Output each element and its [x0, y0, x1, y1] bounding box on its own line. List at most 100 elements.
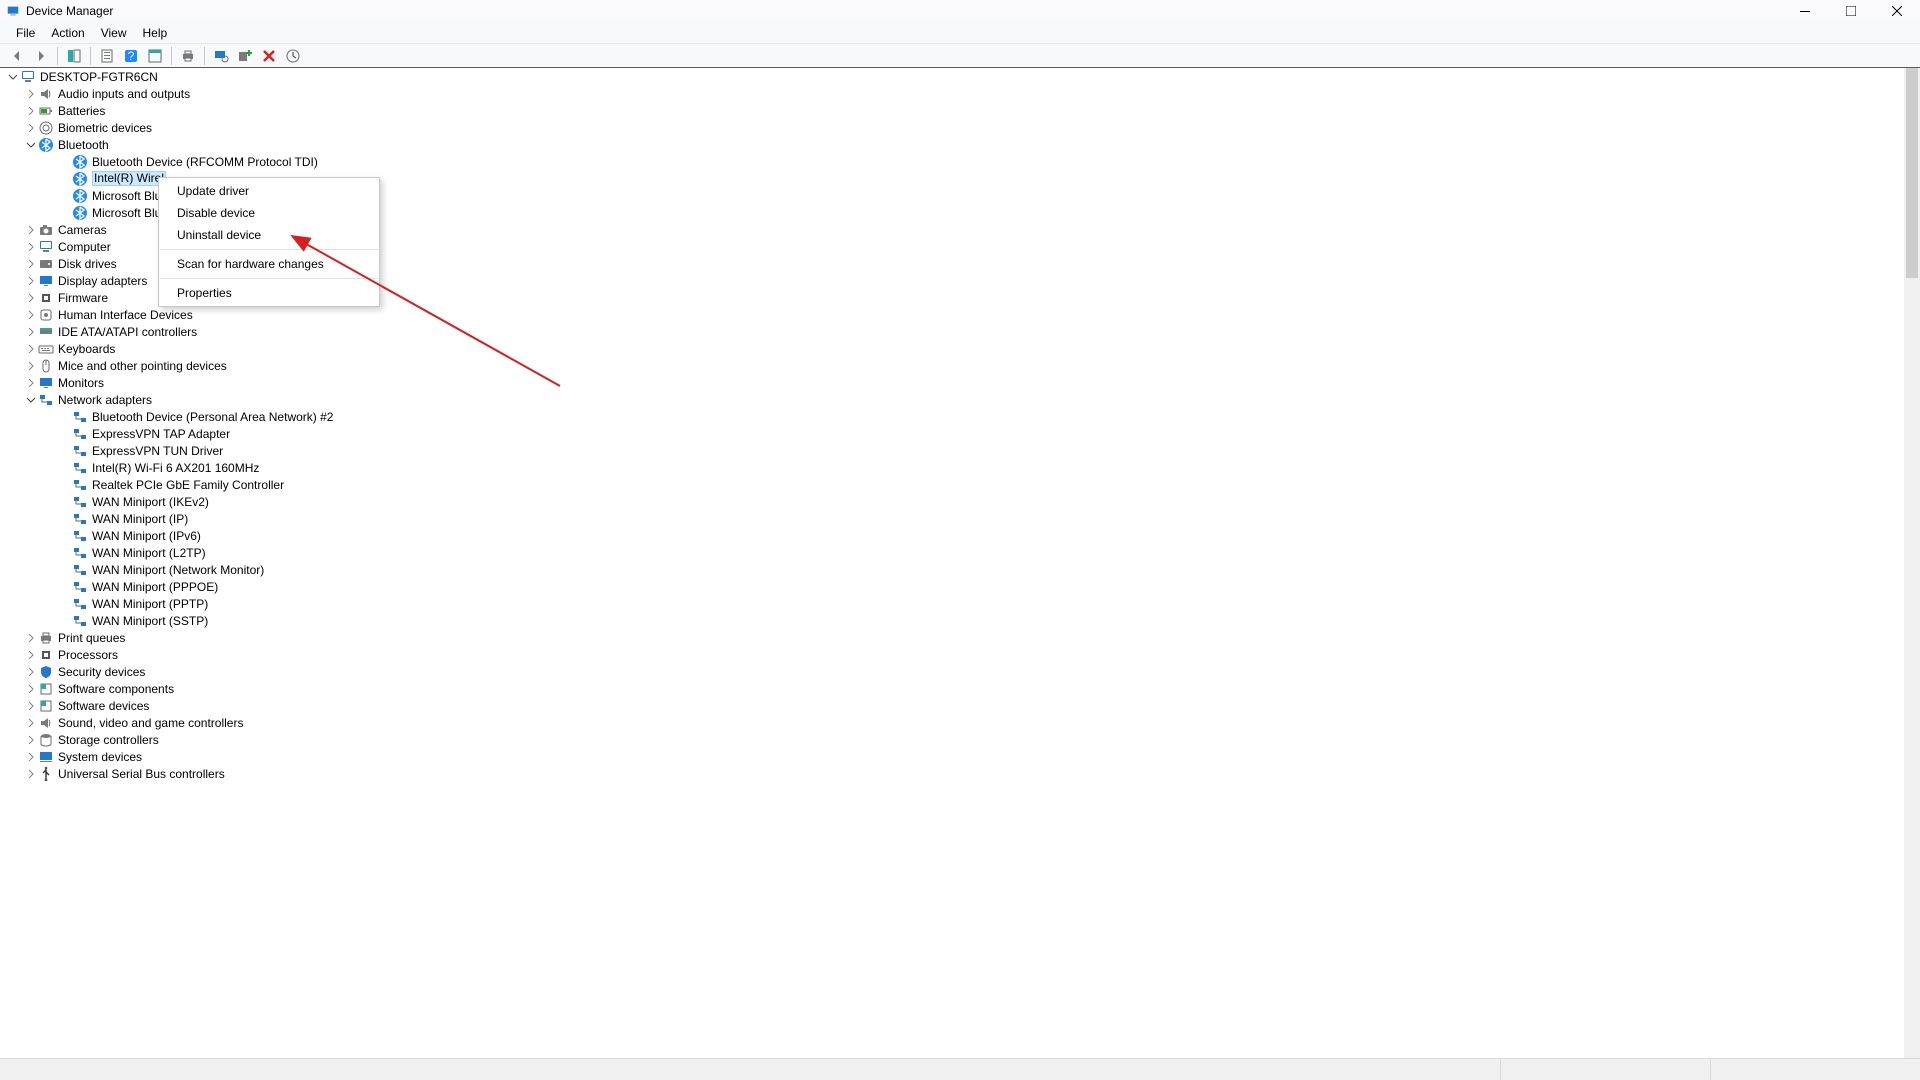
chevron-right-icon[interactable] [24, 683, 36, 695]
tree-row[interactable]: Audio inputs and outputs [0, 85, 1920, 102]
chevron-down-icon[interactable] [24, 139, 36, 151]
tree-row[interactable]: WAN Miniport (PPPOE) [0, 578, 1920, 595]
menu-view[interactable]: View [93, 24, 135, 42]
tree-row[interactable]: WAN Miniport (IPv6) [0, 527, 1920, 544]
tree-row[interactable]: Sound, video and game controllers [0, 714, 1920, 731]
maximize-button[interactable] [1828, 0, 1874, 22]
tree-row[interactable]: Software devices [0, 697, 1920, 714]
tree-row[interactable]: Biometric devices [0, 119, 1920, 136]
tree-row[interactable]: Print queues [0, 629, 1920, 646]
chevron-right-icon[interactable] [24, 343, 36, 355]
speaker-icon [38, 86, 54, 102]
context-menu-item[interactable]: Disable device [159, 202, 379, 224]
help-icon[interactable]: ? [120, 46, 142, 66]
chevron-right-icon[interactable] [24, 326, 36, 338]
tree-item-label: Firmware [58, 291, 108, 305]
tree-row[interactable]: Realtek PCIe GbE Family Controller [0, 476, 1920, 493]
tree-item-label: Universal Serial Bus controllers [58, 767, 225, 781]
tree-row[interactable]: WAN Miniport (SSTP) [0, 612, 1920, 629]
chevron-right-icon[interactable] [24, 241, 36, 253]
tree-row[interactable]: WAN Miniport (Network Monitor) [0, 561, 1920, 578]
tree-row[interactable]: Processors [0, 646, 1920, 663]
tree-row[interactable]: DESKTOP-FGTR6CN [0, 68, 1920, 85]
chevron-right-icon[interactable] [24, 700, 36, 712]
context-menu-item[interactable]: Update driver [159, 180, 379, 202]
forward-icon[interactable] [30, 46, 52, 66]
chevron-right-icon[interactable] [24, 666, 36, 678]
context-menu-item[interactable]: Uninstall device [159, 224, 379, 246]
close-button[interactable] [1874, 0, 1920, 22]
window-controls [1782, 0, 1920, 22]
network-icon [38, 392, 54, 408]
app-icon [6, 4, 20, 18]
camera-icon [38, 222, 54, 238]
tree-row[interactable]: Bluetooth [0, 136, 1920, 153]
tree-row[interactable]: Monitors [0, 374, 1920, 391]
tree-item-label: Display adapters [58, 274, 147, 288]
chip-icon [38, 290, 54, 306]
properties-icon[interactable] [96, 46, 118, 66]
tree-item-label: Cameras [58, 223, 107, 237]
context-menu-item[interactable]: Properties [159, 282, 379, 304]
tree-row[interactable]: Bluetooth Device (Personal Area Network)… [0, 408, 1920, 425]
chevron-right-icon[interactable] [24, 717, 36, 729]
menu-action[interactable]: Action [43, 24, 92, 42]
tree-row[interactable]: System devices [0, 748, 1920, 765]
chevron-down-icon[interactable] [6, 71, 18, 83]
tree-row[interactable]: Intel(R) Wi-Fi 6 AX201 160MHz [0, 459, 1920, 476]
tree-row[interactable]: Software components [0, 680, 1920, 697]
scan-hardware-icon[interactable] [210, 46, 232, 66]
chevron-right-icon[interactable] [24, 275, 36, 287]
update-driver-icon[interactable] [282, 46, 304, 66]
chevron-right-icon[interactable] [24, 224, 36, 236]
chevron-down-icon[interactable] [24, 394, 36, 406]
print-icon[interactable] [177, 46, 199, 66]
tree-row[interactable]: Human Interface Devices [0, 306, 1920, 323]
vertical-scrollbar[interactable] [1904, 68, 1920, 1058]
remove-device-icon[interactable] [258, 46, 280, 66]
tree-row[interactable]: Batteries [0, 102, 1920, 119]
context-menu-item[interactable]: Scan for hardware changes [159, 253, 379, 275]
tree-row[interactable]: Mice and other pointing devices [0, 357, 1920, 374]
chevron-right-icon[interactable] [24, 751, 36, 763]
chevron-right-icon[interactable] [24, 734, 36, 746]
tree-row[interactable]: ExpressVPN TUN Driver [0, 442, 1920, 459]
tree-item-label: Print queues [58, 631, 125, 645]
tree-row[interactable]: WAN Miniport (PPTP) [0, 595, 1920, 612]
chevron-right-icon[interactable] [24, 258, 36, 270]
tree-row[interactable]: WAN Miniport (IP) [0, 510, 1920, 527]
tree-row[interactable]: Storage controllers [0, 731, 1920, 748]
tree-row[interactable]: Universal Serial Bus controllers [0, 765, 1920, 782]
tree-row[interactable]: ExpressVPN TAP Adapter [0, 425, 1920, 442]
chevron-right-icon[interactable] [24, 768, 36, 780]
chevron-right-icon[interactable] [24, 360, 36, 372]
back-icon[interactable] [6, 46, 28, 66]
chevron-right-icon[interactable] [24, 309, 36, 321]
action-icon[interactable] [144, 46, 166, 66]
chevron-right-icon[interactable] [24, 105, 36, 117]
show-hide-console-tree-icon[interactable] [63, 46, 85, 66]
tree-row[interactable]: IDE ATA/ATAPI controllers [0, 323, 1920, 340]
chevron-right-icon[interactable] [24, 88, 36, 100]
chevron-right-icon[interactable] [24, 377, 36, 389]
tree-item-label: Bluetooth Device (RFCOMM Protocol TDI) [92, 155, 318, 169]
chevron-right-icon[interactable] [24, 292, 36, 304]
tree-item-label: Microsoft Blue [92, 189, 168, 203]
context-menu: Update driverDisable deviceUninstall dev… [158, 177, 380, 307]
tree-row[interactable]: Keyboards [0, 340, 1920, 357]
tree-row[interactable]: Security devices [0, 663, 1920, 680]
usb-icon [38, 766, 54, 782]
chevron-right-icon[interactable] [24, 122, 36, 134]
tree-row[interactable]: Bluetooth Device (RFCOMM Protocol TDI) [0, 153, 1920, 170]
menu-file[interactable]: File [8, 24, 43, 42]
chevron-right-icon[interactable] [24, 632, 36, 644]
fingerprint-icon [38, 120, 54, 136]
tree-row[interactable]: Network adapters [0, 391, 1920, 408]
menu-help[interactable]: Help [135, 24, 176, 42]
minimize-button[interactable] [1782, 0, 1828, 22]
scrollbar-thumb[interactable] [1906, 68, 1918, 278]
add-legacy-hardware-icon[interactable] [234, 46, 256, 66]
chevron-right-icon[interactable] [24, 649, 36, 661]
tree-row[interactable]: WAN Miniport (L2TP) [0, 544, 1920, 561]
tree-row[interactable]: WAN Miniport (IKEv2) [0, 493, 1920, 510]
